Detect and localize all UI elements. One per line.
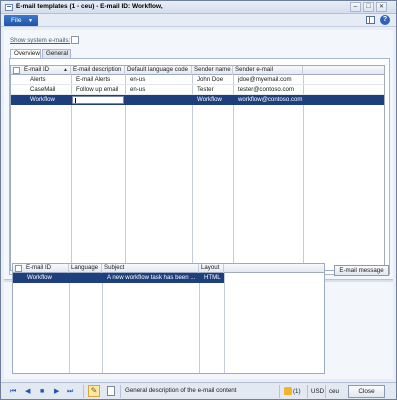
form-icon xyxy=(5,4,13,11)
column-header-sender-email[interactable]: Sender e-mail xyxy=(233,66,303,75)
column-divider xyxy=(224,273,225,373)
sender-name-cell[interactable]: John Doe xyxy=(195,75,233,85)
table-row[interactable]: Alerts E-mail Alerts en-us John Doe jdoe… xyxy=(11,75,384,85)
menu-bar: File ▼ ? xyxy=(1,14,396,27)
maximize-button[interactable]: □ xyxy=(363,2,374,12)
field-help-text: General description of the e-mail conten… xyxy=(125,387,237,394)
currency-indicator[interactable]: USD xyxy=(311,388,324,395)
column-header-email-id[interactable]: E-mail ID ▲ xyxy=(22,66,71,75)
divider xyxy=(325,385,326,398)
email-description-cell[interactable]: Follow up email xyxy=(74,85,125,95)
tab-general[interactable]: General xyxy=(42,49,71,58)
email-id-cell[interactable]: CaseMail xyxy=(28,85,71,95)
column-header-layout[interactable]: Layout xyxy=(199,264,224,273)
sender-email-cell[interactable]: workflow@contoso.com xyxy=(236,95,303,105)
column-header-subject[interactable]: Subject xyxy=(102,264,199,273)
sender-name-cell[interactable]: Workflow xyxy=(195,95,233,105)
divider xyxy=(279,385,280,398)
email-messages-grid: E-mail ID Language Subject Layout Workfl… xyxy=(12,263,325,374)
divider xyxy=(83,385,84,398)
column-header-label: E-mail ID xyxy=(24,66,50,73)
help-icon[interactable]: ? xyxy=(380,15,390,25)
sender-email-cell[interactable]: tester@contoso.com xyxy=(236,85,303,95)
title-bar: E-mail templates (1 - ceu) - E-mail ID: … xyxy=(1,1,396,14)
layout-toggle-icon[interactable] xyxy=(366,16,375,24)
column-header-email-id[interactable]: E-mail ID xyxy=(24,264,69,273)
notification-bell-icon[interactable] xyxy=(284,387,292,395)
status-bar: ⏮ ◀ ■ ▶ ⏭ ✎ General description of the e… xyxy=(1,382,396,399)
company-indicator[interactable]: ceu xyxy=(329,388,339,395)
column-header-language[interactable]: Language xyxy=(69,264,102,273)
file-menu-label: File xyxy=(11,17,22,24)
edit-mode-icon[interactable]: ✎ xyxy=(88,385,100,397)
previous-record-icon[interactable]: ◀ xyxy=(25,387,30,396)
file-menu-button[interactable]: File ▼ xyxy=(4,15,38,26)
form-content: Show system e-mails: Overview General E-… xyxy=(4,30,393,379)
column-header-email-description[interactable]: E-mail description xyxy=(71,66,125,75)
grid-header: E-mail ID Language Subject Layout xyxy=(13,264,324,273)
select-all-checkbox[interactable] xyxy=(13,67,20,74)
table-row-selected[interactable]: Workflow A new workflow task has been ..… xyxy=(13,273,224,283)
text-cursor xyxy=(75,98,76,103)
email-templates-grid: E-mail ID ▲ E-mail description Default l… xyxy=(10,65,385,271)
last-record-icon[interactable]: ⏭ xyxy=(67,387,73,396)
sort-ascending-icon: ▲ xyxy=(63,67,68,73)
divider xyxy=(120,385,121,398)
divider xyxy=(307,385,308,398)
next-record-icon[interactable]: ▶ xyxy=(54,387,59,396)
language-code-cell[interactable] xyxy=(128,95,192,105)
subject-cell[interactable]: A new workflow task has been ... xyxy=(105,273,199,283)
table-row[interactable]: CaseMail Follow up email en-us Tester te… xyxy=(11,85,384,95)
column-header-sender-name[interactable]: Sender name xyxy=(192,66,233,75)
column-header-default-language-code[interactable]: Default language code xyxy=(125,66,192,75)
window-title: E-mail templates (1 - ceu) - E-mail ID: … xyxy=(16,3,163,10)
column-divider xyxy=(199,273,200,373)
email-templates-window: E-mail templates (1 - ceu) - E-mail ID: … xyxy=(0,0,397,400)
close-window-button[interactable]: ✕ xyxy=(376,2,387,12)
email-id-cell[interactable]: Workflow xyxy=(25,273,69,283)
first-record-icon[interactable]: ⏮ xyxy=(10,387,16,396)
column-divider xyxy=(102,273,103,373)
sender-email-cell[interactable]: jdoe@myemail.com xyxy=(236,75,303,85)
stop-icon[interactable]: ■ xyxy=(40,387,44,396)
email-id-cell[interactable]: Alerts xyxy=(28,75,71,85)
notification-count[interactable]: (1) xyxy=(293,388,301,395)
email-message-button[interactable]: E-mail message xyxy=(334,265,389,276)
document-icon[interactable] xyxy=(107,386,115,396)
email-id-cell[interactable]: Workflow xyxy=(28,95,71,105)
language-code-cell[interactable]: en-us xyxy=(128,85,192,95)
show-system-emails-checkbox[interactable] xyxy=(71,36,79,44)
grid-header: E-mail ID ▲ E-mail description Default l… xyxy=(11,66,384,75)
email-description-cell[interactable]: E-mail Alerts xyxy=(74,75,125,85)
minimize-button[interactable]: – xyxy=(350,2,361,12)
email-description-input[interactable] xyxy=(72,96,124,104)
table-row-selected[interactable]: Workflow Workflow workflow@contoso.com xyxy=(11,95,384,105)
select-all-checkbox[interactable] xyxy=(15,265,22,272)
language-cell[interactable] xyxy=(72,273,102,283)
show-system-emails-label: Show system e-mails: xyxy=(10,37,71,44)
chevron-down-icon: ▼ xyxy=(28,18,33,24)
language-code-cell[interactable]: en-us xyxy=(128,75,192,85)
sender-name-cell[interactable]: Tester xyxy=(195,85,233,95)
close-button[interactable]: Close xyxy=(348,385,385,398)
column-divider xyxy=(69,273,70,373)
layout-cell[interactable]: HTML xyxy=(202,273,224,283)
